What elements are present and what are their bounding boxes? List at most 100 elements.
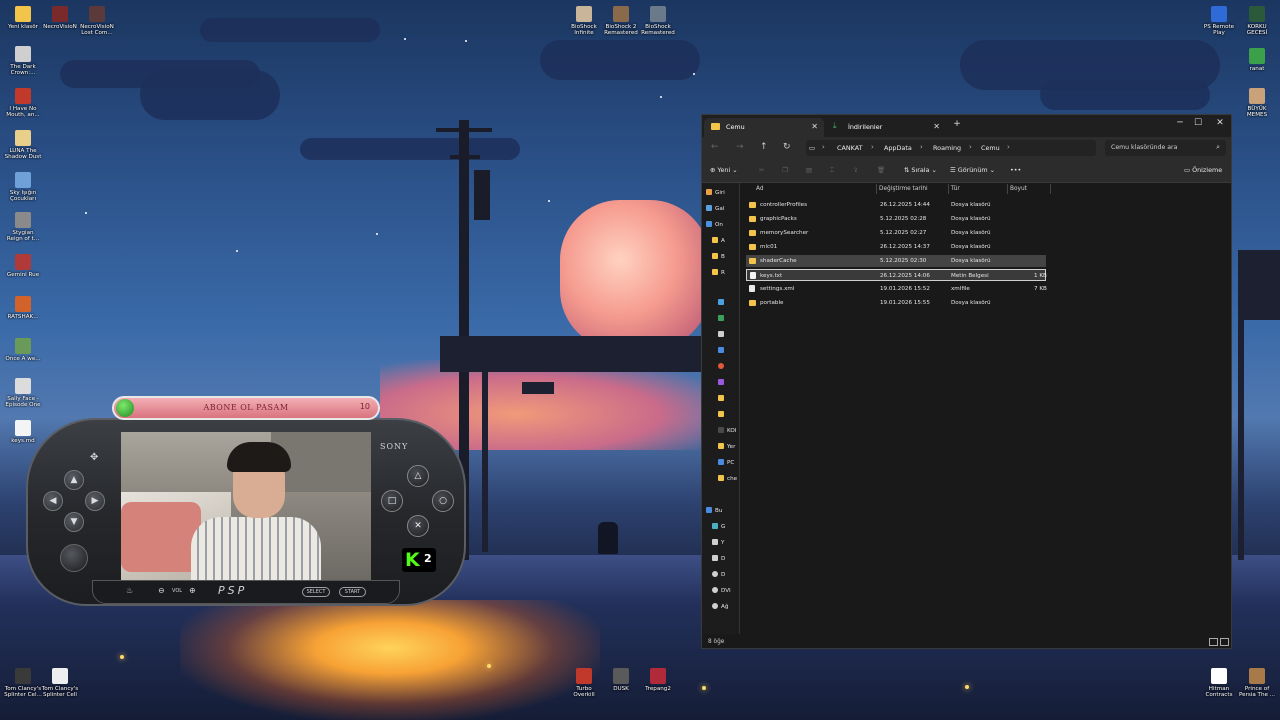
- dpad-right-icon: ▶: [85, 491, 105, 511]
- tab-cemu[interactable]: Cemu ✕: [704, 118, 824, 137]
- desktop-icon[interactable]: Tom Clancy's Splinter Cel...: [3, 668, 43, 699]
- desktop-icon[interactable]: LUNA The Shadow Dust: [3, 130, 43, 161]
- more-options-button[interactable]: •••: [1010, 166, 1021, 174]
- close-tab-icon[interactable]: ✕: [933, 122, 940, 131]
- forward-button[interactable]: →: [736, 142, 744, 152]
- file-row-selected[interactable]: shaderCache 5.12.2025 02:30 Dosya klasör…: [746, 255, 1046, 267]
- nav-item[interactable]: [718, 347, 727, 357]
- desktop-icon[interactable]: The Dark Crown:...: [3, 46, 43, 77]
- desktop-icon[interactable]: BioShock Remastered: [638, 6, 678, 37]
- desktop-icon[interactable]: NecroVisioN: [40, 6, 80, 30]
- nav-item[interactable]: D: [712, 555, 725, 565]
- search-input[interactable]: Cemu klasöründe ara ⌕: [1105, 140, 1226, 156]
- paste-icon[interactable]: ▤: [806, 166, 812, 174]
- rename-icon[interactable]: ⌶: [830, 166, 834, 175]
- nav-item[interactable]: DVI: [712, 587, 731, 597]
- nav-item[interactable]: Ağ: [712, 603, 728, 613]
- nav-item[interactable]: A: [712, 237, 725, 247]
- nav-item[interactable]: D: [712, 571, 725, 581]
- nav-item[interactable]: On: [706, 221, 723, 231]
- share-icon[interactable]: ⇪: [853, 166, 858, 174]
- nav-item[interactable]: che: [718, 475, 737, 485]
- nav-item[interactable]: [718, 363, 727, 373]
- file-row[interactable]: controllerProfiles 26.12.2025 14:44 Dosy…: [746, 199, 1046, 211]
- desktop-icon[interactable]: Stygian Reign of t...: [3, 212, 43, 243]
- tiles-view-button[interactable]: [1220, 638, 1229, 646]
- file-row[interactable]: settings.xml 19.01.2026 15:52 xmlfile 7 …: [746, 283, 1047, 295]
- column-header-name[interactable]: Ad: [756, 186, 764, 192]
- nav-item[interactable]: [718, 411, 727, 421]
- file-row[interactable]: portable 19.01.2026 15:55 Dosya klasörü: [746, 297, 1046, 309]
- column-header-date[interactable]: Değiştirme tarihi: [879, 186, 928, 192]
- delete-icon[interactable]: 🗑: [877, 166, 885, 174]
- cut-icon[interactable]: ✂: [759, 166, 764, 174]
- back-button[interactable]: ←: [711, 142, 719, 152]
- breadcrumb-item[interactable]: Cemu: [981, 144, 1000, 152]
- nav-item[interactable]: Giri: [706, 189, 725, 199]
- desktop-icon[interactable]: Hitman Contracts: [1199, 668, 1239, 699]
- desktop-icon[interactable]: PS Remote Play: [1199, 6, 1239, 37]
- nav-item[interactable]: [718, 299, 727, 309]
- up-button[interactable]: ↑: [760, 142, 768, 152]
- view-button[interactable]: ☰ Görünüm ⌄: [950, 166, 995, 174]
- nav-item[interactable]: Bu: [706, 507, 722, 517]
- desktop-icon[interactable]: ranat: [1237, 48, 1277, 72]
- nav-item[interactable]: G: [712, 523, 725, 533]
- breadcrumb-item[interactable]: AppData: [884, 144, 912, 152]
- nav-item[interactable]: Gal: [706, 205, 724, 215]
- breadcrumb-item[interactable]: CANKAT: [837, 144, 862, 152]
- close-window-button[interactable]: ✕: [1211, 118, 1229, 128]
- desktop-icon[interactable]: BÜYÜK MEMES: [1237, 88, 1277, 119]
- desktop-icon[interactable]: RATSHAK...: [3, 296, 43, 320]
- desktop-icon[interactable]: Sky Işığın Çocukları: [3, 172, 43, 203]
- desktop-icon[interactable]: BioShock Infinite: [564, 6, 604, 37]
- details-view-button[interactable]: [1209, 638, 1218, 646]
- pole-crossbar: [450, 155, 480, 159]
- nav-item[interactable]: PC: [718, 459, 734, 469]
- file-row[interactable]: graphicPacks 5.12.2025 02:28 Dosya klasö…: [746, 213, 1046, 225]
- maximize-button[interactable]: ☐: [1189, 118, 1207, 128]
- nav-item[interactable]: R: [712, 269, 725, 279]
- desktop-icon[interactable]: Turbo Overkill: [564, 668, 604, 699]
- nav-item[interactable]: [718, 331, 727, 341]
- refresh-button[interactable]: ↻: [783, 142, 791, 152]
- nav-item[interactable]: Y: [712, 539, 724, 549]
- nav-item[interactable]: Yer: [718, 443, 735, 453]
- desktop-icon[interactable]: DUSK: [601, 668, 641, 692]
- file-row[interactable]: memorySearcher 5.12.2025 02:27 Dosya kla…: [746, 227, 1046, 239]
- tab-downloads[interactable]: ⤓ İndirilenler ✕: [826, 118, 946, 137]
- desktop-icon[interactable]: Yeni klasör: [3, 6, 43, 30]
- preview-button[interactable]: ▭ Önizleme: [1184, 166, 1222, 174]
- sort-button[interactable]: ⇅ Sırala ⌄: [904, 166, 937, 174]
- nav-item[interactable]: B: [712, 253, 725, 263]
- breadcrumb-item[interactable]: Roaming: [933, 144, 961, 152]
- breadcrumb[interactable]: ▭ › CANKAT › AppData › Roaming › Cemu ›: [806, 140, 1096, 156]
- new-button[interactable]: ⊕ Yeni ⌄: [710, 166, 738, 174]
- desktop-icon[interactable]: Trepang2: [638, 668, 678, 692]
- desktop-icon[interactable]: KORKU GECESİ: [1237, 6, 1277, 37]
- desktop-icon[interactable]: Tom Clancy's Splinter Cell: [40, 668, 80, 699]
- desktop-icon[interactable]: Gemini Rue: [3, 254, 43, 278]
- new-tab-button[interactable]: +: [948, 119, 966, 129]
- subscribe-banner: ABONE OL PASAM 10: [112, 396, 380, 420]
- nav-item[interactable]: [718, 395, 727, 405]
- desktop-icon[interactable]: keys.md: [3, 420, 43, 444]
- desktop-icon[interactable]: Prince of Persia The ...: [1237, 668, 1277, 699]
- desktop-icon[interactable]: BioShock 2 Remastered: [601, 6, 641, 37]
- desktop-icon[interactable]: Once A we...: [3, 338, 43, 362]
- file-row[interactable]: mlc01 26.12.2025 14:37 Dosya klasörü: [746, 241, 1046, 253]
- minimize-button[interactable]: ─: [1171, 118, 1189, 128]
- copy-icon[interactable]: ❐: [782, 166, 788, 174]
- column-header-type[interactable]: Tür: [951, 186, 960, 192]
- file-row-focused[interactable]: keys.txt 26.12.2025 14:06 Metin Belgesi …: [746, 269, 1047, 281]
- file-type: Dosya klasörü: [951, 202, 991, 208]
- desktop-icon[interactable]: Sally Face - Episode One: [3, 378, 43, 409]
- nav-item[interactable]: [718, 379, 727, 389]
- column-header-size[interactable]: Boyut: [1010, 186, 1027, 192]
- close-tab-icon[interactable]: ✕: [811, 122, 818, 131]
- desktop-icon[interactable]: I Have No Mouth, an...: [3, 88, 43, 119]
- nav-item[interactable]: KOI: [718, 427, 736, 437]
- desktop-icon[interactable]: NecroVisioN Lost Com...: [77, 6, 117, 37]
- nav-item[interactable]: [718, 315, 727, 325]
- star: [404, 38, 406, 40]
